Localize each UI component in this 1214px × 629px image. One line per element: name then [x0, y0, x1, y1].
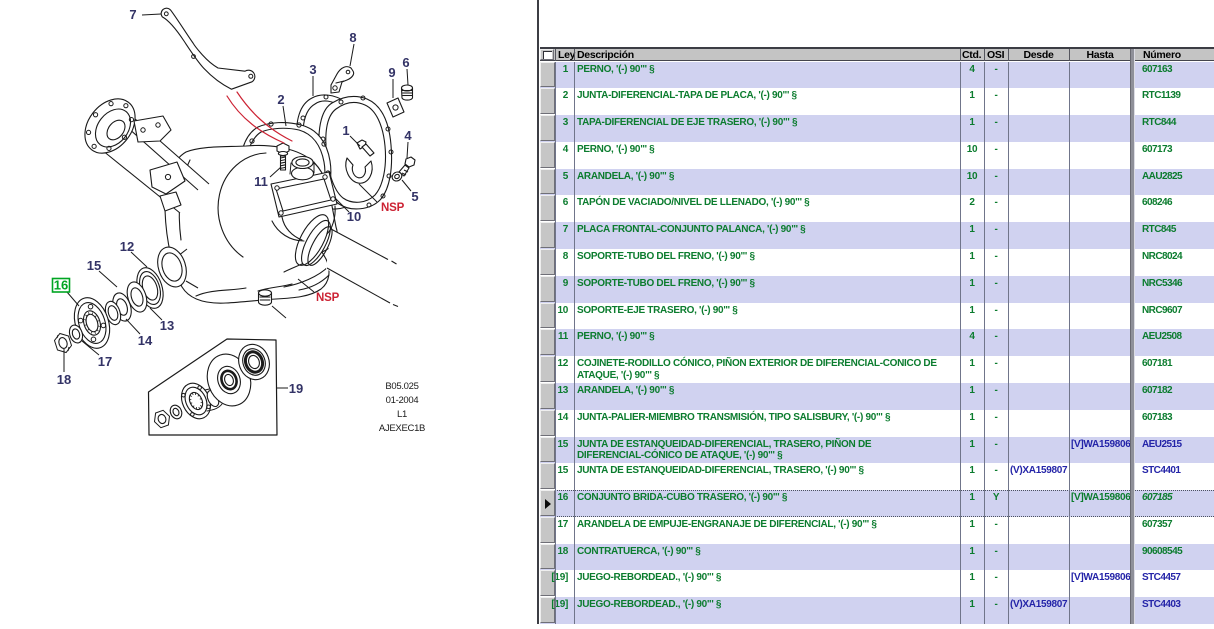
svg-text:19: 19	[289, 381, 303, 396]
svg-text:3: 3	[309, 62, 316, 77]
svg-text:18: 18	[57, 372, 71, 387]
svg-text:AJEXEC1B: AJEXEC1B	[379, 423, 425, 434]
svg-text:7: 7	[129, 7, 136, 22]
svg-text:9: 9	[388, 65, 395, 80]
svg-text:B05.025: B05.025	[385, 381, 418, 392]
svg-text:NSP: NSP	[381, 202, 405, 214]
svg-text:12: 12	[120, 239, 134, 254]
svg-text:10: 10	[347, 209, 361, 224]
svg-text:14: 14	[138, 333, 153, 348]
svg-text:4: 4	[404, 128, 412, 143]
svg-text:1: 1	[342, 123, 349, 138]
svg-text:17: 17	[98, 354, 112, 369]
svg-text:2: 2	[277, 92, 284, 107]
svg-text:5: 5	[411, 189, 418, 204]
svg-text:8: 8	[349, 30, 356, 45]
svg-text:6: 6	[402, 55, 409, 70]
svg-text:15: 15	[87, 258, 101, 273]
svg-text:13: 13	[160, 318, 174, 333]
svg-text:16: 16	[54, 278, 68, 293]
svg-text:11: 11	[254, 174, 268, 189]
svg-text:01-2004: 01-2004	[386, 395, 419, 406]
svg-text:NSP: NSP	[316, 292, 340, 304]
svg-text:L1: L1	[397, 409, 407, 420]
